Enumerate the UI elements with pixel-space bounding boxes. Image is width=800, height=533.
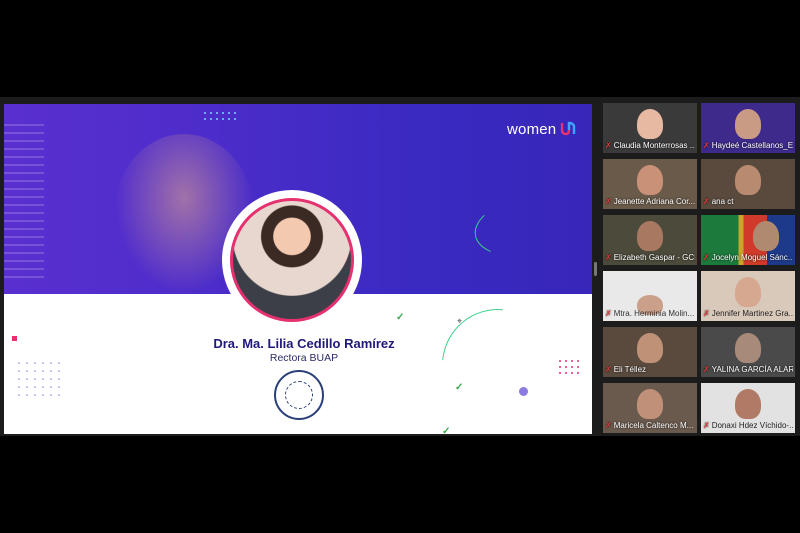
muted-mic-icon: ✗ — [605, 309, 612, 318]
decor-curve-2 — [419, 286, 577, 434]
mouse-cursor-icon: ⌖ — [457, 316, 463, 326]
dot-pattern — [204, 112, 236, 120]
participant-name: Elizabeth Gaspar - GCI — [613, 253, 695, 262]
participant-tile[interactable]: ✗ Claudia Monterrosas ... — [603, 103, 697, 153]
participant-name: Jennifer Martinez Gra... — [711, 309, 793, 318]
participant-tile[interactable]: ✗ Jeanette Adriana Cor... — [603, 159, 697, 209]
shared-screen: women Dra. Ma. Lilia Cedillo Ramírez Rec… — [4, 104, 592, 434]
women-logo-text: women — [507, 121, 557, 138]
check-icon: ✓ — [442, 426, 451, 434]
muted-mic-icon: ✗ — [703, 365, 710, 374]
muted-mic-icon: ✗ — [605, 365, 612, 374]
code-background — [4, 124, 44, 284]
check-icon: ✓ — [396, 312, 405, 323]
participant-tile[interactable]: ✗ Haydeé Castellanos_E... — [701, 103, 795, 153]
muted-mic-icon: ✗ — [605, 421, 612, 430]
participant-tile[interactable]: ✗ Jennifer Martinez Gra... — [701, 271, 795, 321]
muted-mic-icon: ✗ — [703, 421, 710, 430]
participant-tile[interactable]: ✗ ana ct — [701, 159, 795, 209]
logo-icon — [560, 121, 576, 136]
participant-name: YALINA GARCÍA ALAR... — [711, 365, 793, 374]
participant-name: Eli Téllez — [613, 365, 647, 374]
participant-tile[interactable]: ✗ Elizabeth Gaspar - GCI — [603, 215, 697, 265]
speaker-role: Rectora BUAP — [269, 352, 339, 364]
check-icon: ✓ — [455, 382, 464, 393]
dot-pattern-left — [18, 362, 60, 396]
muted-mic-icon: ✗ — [605, 253, 612, 262]
participant-tile[interactable]: ✗ Jocelyn Moguel Sánc... — [701, 215, 795, 265]
muted-mic-icon: ✗ — [605, 197, 612, 206]
participant-name: Mtra. Herminia Molin... — [613, 309, 695, 318]
participant-tile[interactable]: ✗ Donaxi Hdez Víchido-... — [701, 383, 795, 433]
participant-name: Donaxi Hdez Víchido-... — [711, 421, 793, 430]
participant-name: Jocelyn Moguel Sánc... — [711, 253, 793, 262]
muted-mic-icon: ✗ — [703, 141, 710, 150]
decor-square — [12, 336, 17, 341]
participant-gallery: ✗ Claudia Monterrosas ... ✗ Haydeé Castell… — [600, 97, 800, 436]
participant-name: Haydeé Castellanos_E... — [711, 141, 793, 150]
participant-tile[interactable]: ✗ Mtra. Herminia Molin... — [603, 271, 697, 321]
participant-name: Jeanette Adriana Cor... — [613, 197, 695, 206]
university-seal-icon — [274, 370, 324, 420]
dot-pattern-right — [559, 360, 579, 374]
screen: { "shared_screen": { "logo_text": "women… — [0, 0, 800, 533]
muted-mic-icon: ✗ — [703, 253, 710, 262]
muted-mic-icon: ✗ — [703, 309, 710, 318]
participant-name: ana ct — [711, 197, 734, 206]
muted-mic-icon: ✗ — [605, 141, 612, 150]
muted-mic-icon: ✗ — [703, 197, 710, 206]
participant-tile[interactable]: ✗ Eli Téllez — [603, 327, 697, 377]
participant-name: Maricela Caltenco M... — [613, 421, 694, 430]
participant-tile[interactable]: ✗ YALINA GARCÍA ALAR... — [701, 327, 795, 377]
speaker-photo — [230, 198, 354, 322]
decor-curve — [469, 183, 592, 267]
panel-resize-handle[interactable] — [594, 262, 597, 276]
speaker-name: Dra. Ma. Lilia Cedillo Ramírez — [213, 336, 395, 351]
participant-name: Claudia Monterrosas ... — [613, 141, 695, 150]
participant-tile[interactable]: ✗ Maricela Caltenco M... — [603, 383, 697, 433]
